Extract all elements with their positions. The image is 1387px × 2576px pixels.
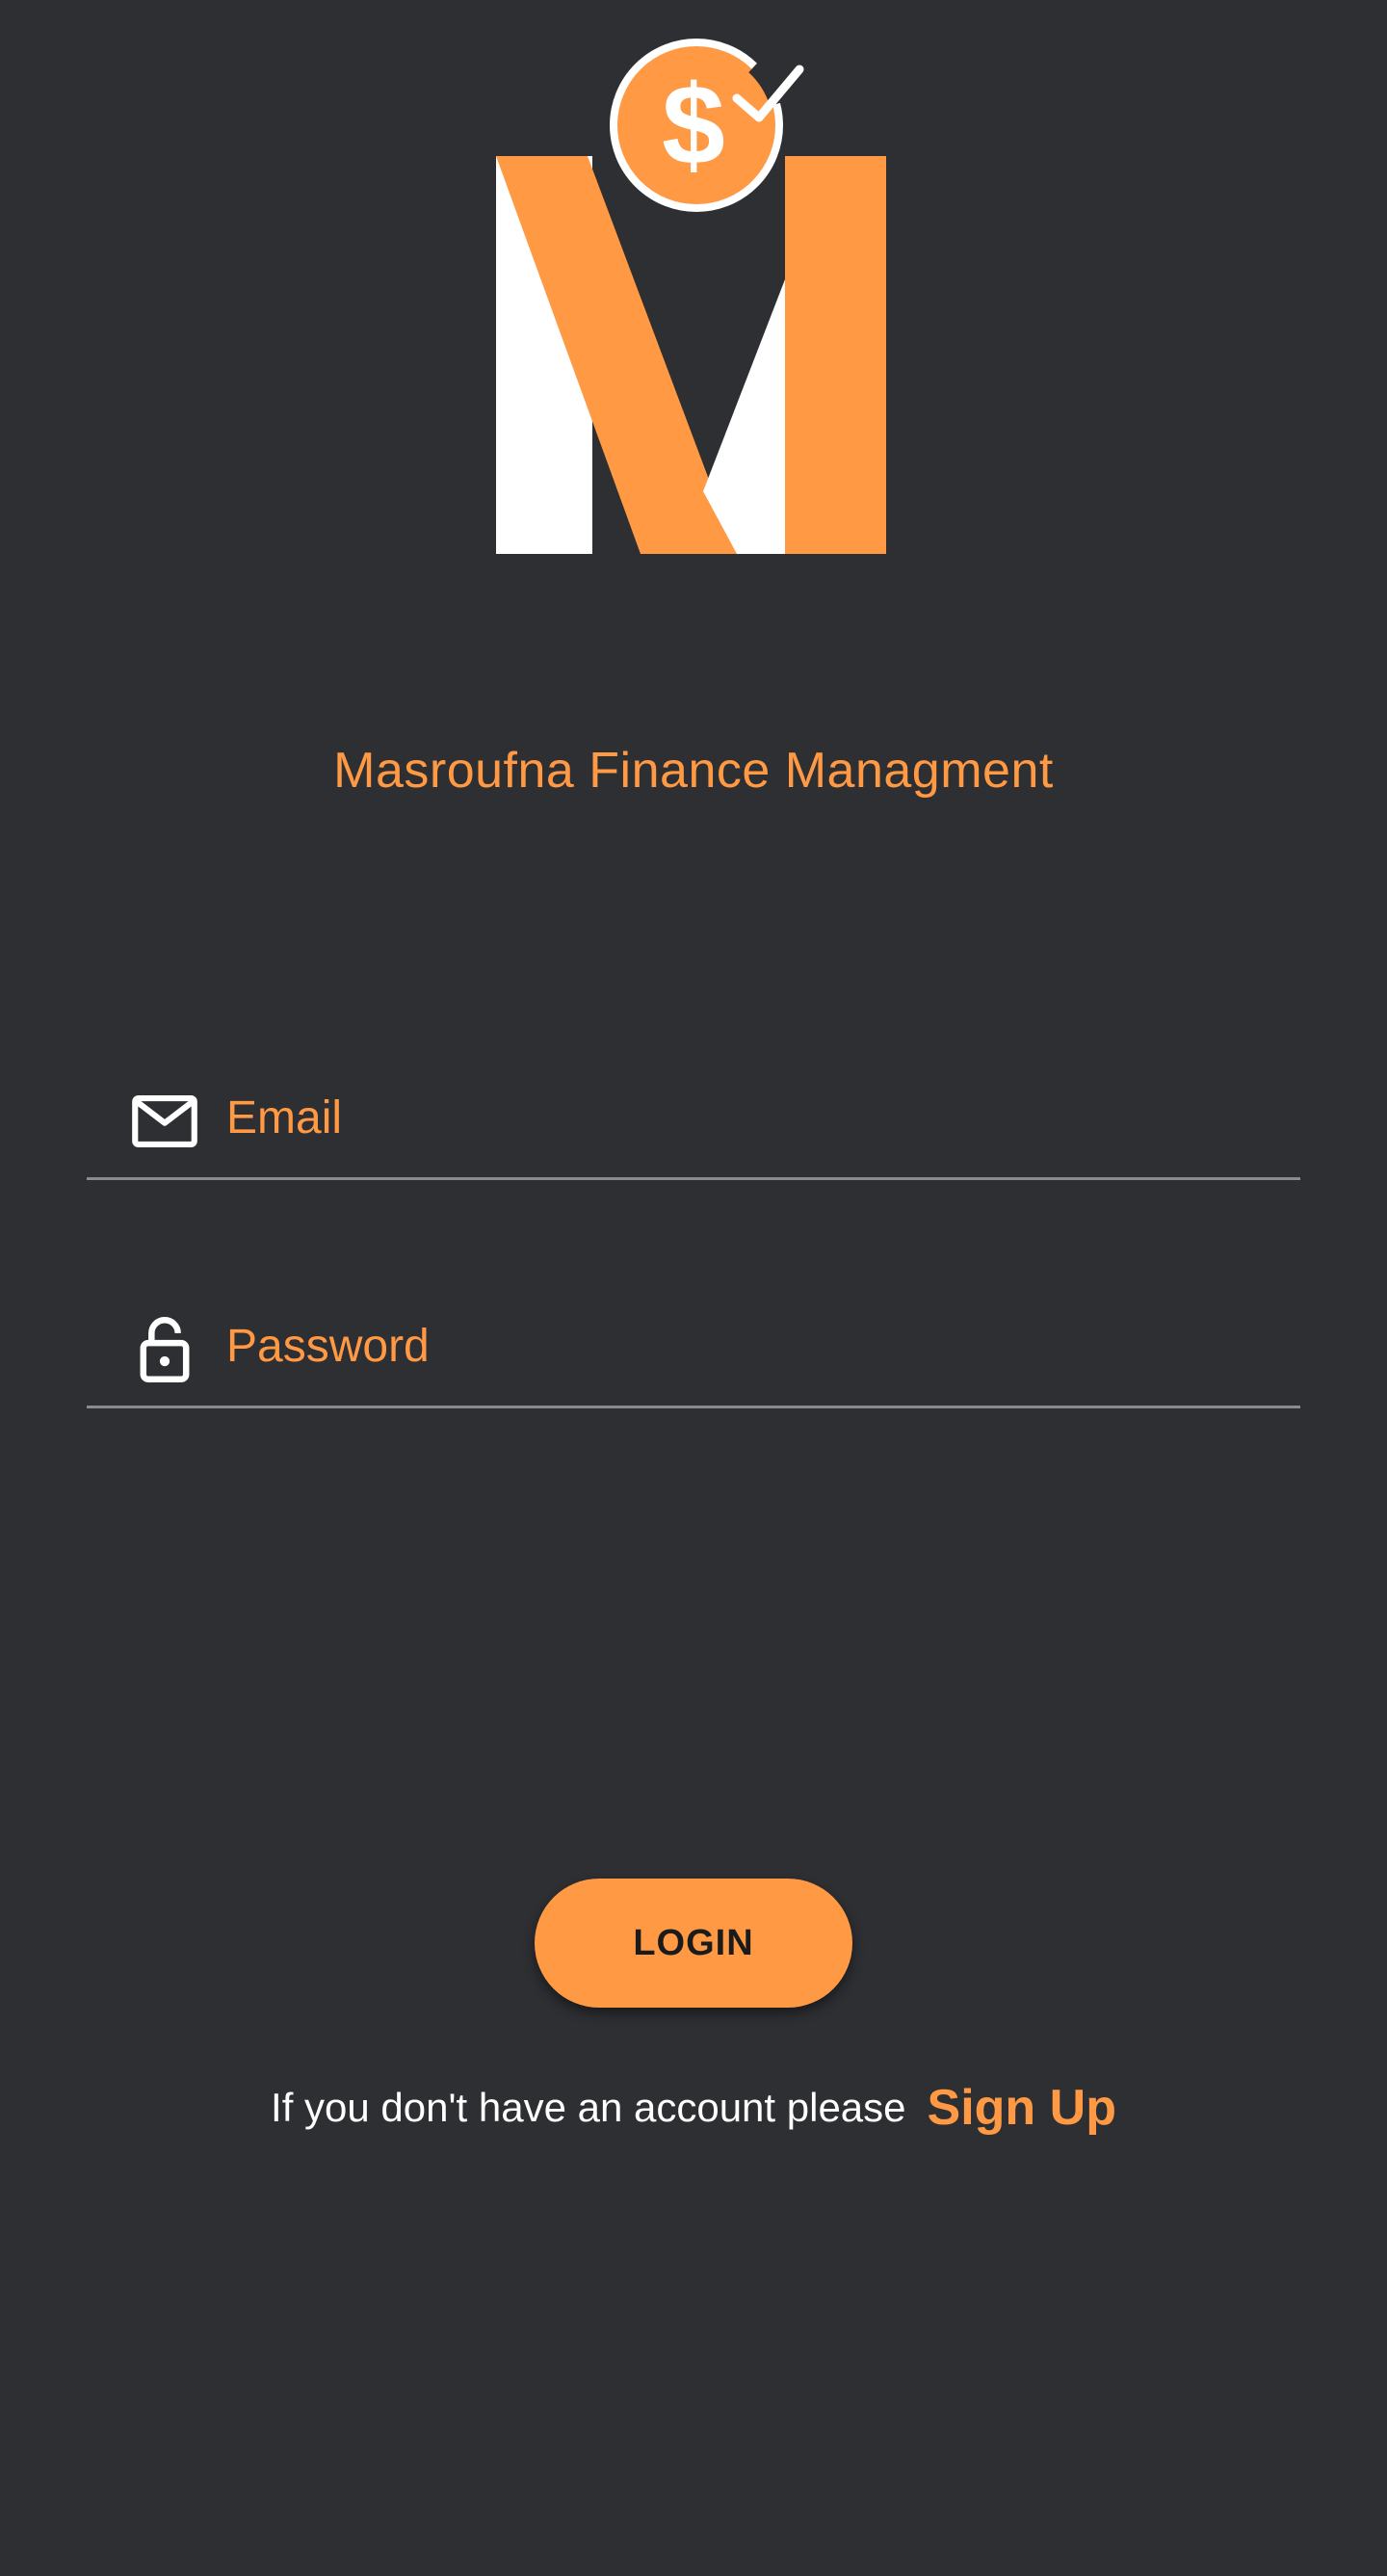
password-input[interactable] [226,1302,1267,1389]
password-field[interactable] [87,1283,1300,1408]
login-button[interactable]: LOGIN [535,1879,852,2008]
email-input[interactable] [226,1074,1267,1161]
signup-prompt-text: If you don't have an account please [271,2085,906,2130]
lock-icon [125,1310,204,1389]
svg-text:$: $ [662,62,725,189]
masroufna-logo: $ [491,29,896,568]
signup-link[interactable]: Sign Up [928,2080,1116,2136]
login-screen: $ Masroufna Finance Managment LOGIN If y… [0,0,1387,2576]
signup-row: If you don't have an account please Sign … [0,2079,1387,2137]
logo-graphic: $ [496,39,886,554]
email-field[interactable] [87,1055,1300,1180]
app-title: Masroufna Finance Managment [333,743,1054,799]
mail-icon [125,1082,204,1161]
